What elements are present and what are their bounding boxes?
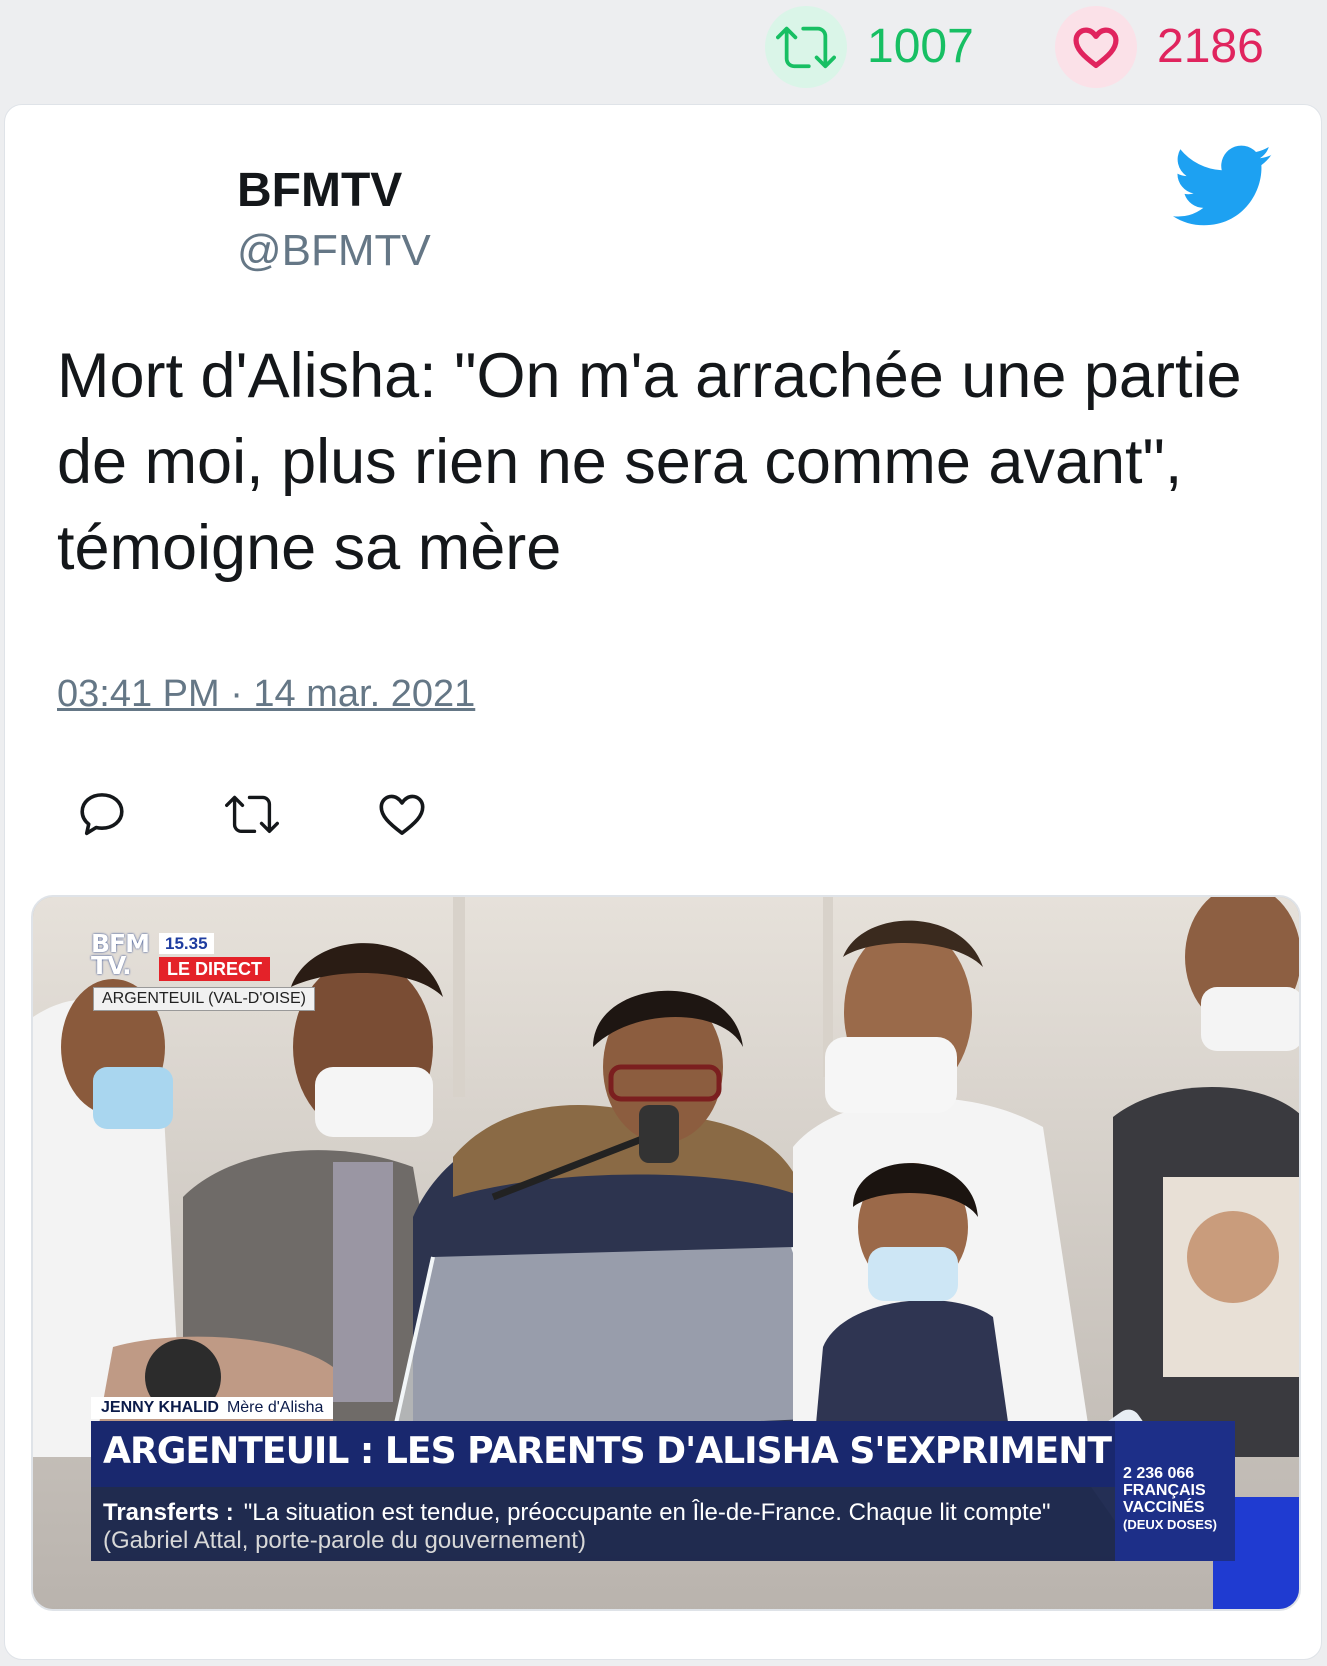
speaker-role: Mère d'Alisha [226, 1399, 324, 1416]
speaker-caption: JENNY KHALID Mère d'Alisha [91, 1397, 334, 1419]
ticker-label: Transferts : [103, 1499, 234, 1526]
counter-line1: FRANÇAIS [1123, 1482, 1206, 1499]
twitter-bird-icon[interactable] [1173, 145, 1273, 227]
tweet-text: Mort d'Alisha: "On m'a arrachée une part… [57, 341, 1242, 583]
broadcast-time: 15.35 [159, 933, 214, 954]
counter-line3: (DEUX DOSES) [1123, 1517, 1217, 1532]
retweet-stat[interactable]: 1007 [765, 6, 974, 88]
like-button[interactable] [375, 787, 429, 841]
news-headline: ARGENTEUIL : LES PARENTS D'ALISHA S'EXPR… [91, 1421, 1115, 1487]
retweet-stat-icon [765, 6, 847, 88]
reply-icon [80, 793, 124, 836]
like-stat-icon [1055, 6, 1137, 88]
tweet-timestamp[interactable]: 03:41 PM · 14 mar. 2021 [57, 675, 475, 713]
like-stat[interactable]: 2186 [1055, 6, 1264, 88]
vaccination-counter: 2 236 066 FRANÇAIS VACCINÉS (DEUX DOSES) [1115, 1421, 1235, 1561]
counter-value: 2 236 066 [1123, 1465, 1195, 1482]
news-ticker: Transferts : "La situation est tendue, pr… [91, 1487, 1115, 1561]
retweet-icon [225, 795, 279, 834]
tweet-media-video[interactable]: BFM TV. 15.35 LE DIRECT ARGENTEUIL (VAL-D… [31, 895, 1301, 1611]
speaker-name: JENNY KHALID [101, 1399, 219, 1416]
retweet-button[interactable] [225, 787, 279, 841]
ticker-quote: "La situation est tendue, préoccupante e… [243, 1499, 1051, 1526]
tweet-card[interactable]: BFMTV @BFMTV Mort d'Alisha: "On m'a arra… [4, 104, 1322, 1660]
reply-button[interactable] [75, 787, 129, 841]
retweet-count: 1007 [867, 20, 974, 73]
engagement-stats: 1007 2186 [0, 0, 1327, 90]
bfmtv-logo: BFM TV. [91, 929, 150, 980]
like-icon [379, 794, 425, 835]
author-handle[interactable]: @BFMTV [237, 229, 431, 273]
location-label: ARGENTEUIL (VAL-D'OISE) [93, 987, 315, 1011]
author-name[interactable]: BFMTV [237, 167, 402, 215]
like-count: 2186 [1157, 20, 1264, 73]
live-badge: LE DIRECT [159, 957, 271, 981]
ticker-source: (Gabriel Attal, porte-parole du gouverne… [103, 1527, 586, 1554]
counter-line2: VACCINÉS [1123, 1499, 1205, 1516]
tweet-actions [75, 787, 525, 841]
